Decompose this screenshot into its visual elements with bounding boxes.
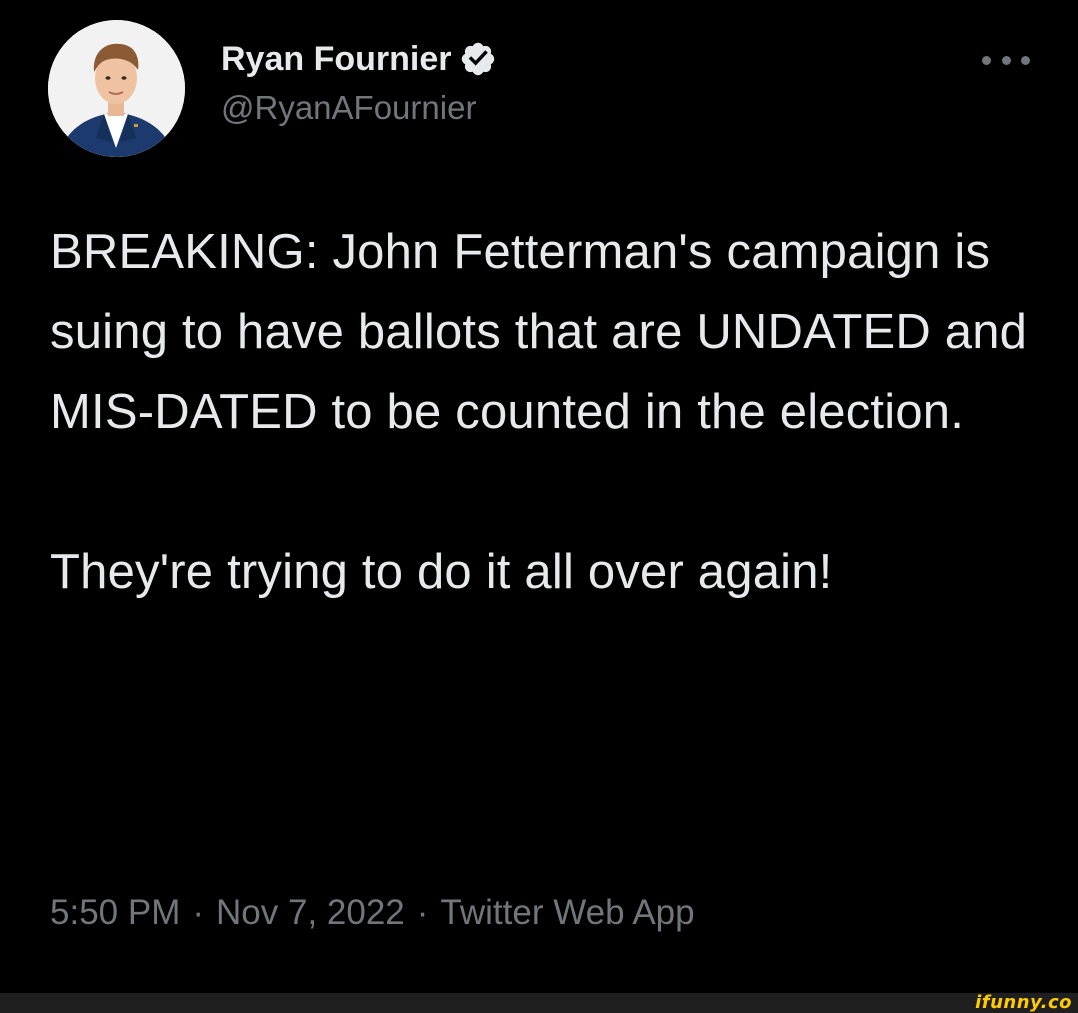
author-block: Ryan Fournier @RyanAFournier bbox=[221, 37, 497, 133]
tweet-metadata: 5:50 PM · Nov 7, 2022 · Twitter Web App bbox=[50, 893, 695, 933]
meta-separator: · bbox=[416, 893, 429, 932]
name-row: Ryan Fournier bbox=[221, 37, 497, 81]
tweet-text: BREAKING: John Fetterman's campaign is s… bbox=[50, 212, 1040, 612]
avatar[interactable] bbox=[48, 20, 185, 157]
more-horizontal-icon bbox=[982, 55, 991, 65]
meta-separator: · bbox=[192, 893, 205, 932]
watermark: ifunny.co bbox=[975, 992, 1072, 1013]
tweet-source[interactable]: Twitter Web App bbox=[440, 893, 694, 932]
tweet-date[interactable]: Nov 7, 2022 bbox=[216, 893, 405, 932]
tweet-time[interactable]: 5:50 PM bbox=[50, 893, 180, 932]
tweet-card: Ryan Fournier @RyanAFournier BREAKING: J… bbox=[0, 0, 1078, 993]
tweet-paragraph: BREAKING: John Fetterman's campaign is s… bbox=[50, 225, 1028, 439]
user-handle[interactable]: @RyanAFournier bbox=[221, 89, 497, 127]
display-name[interactable]: Ryan Fournier bbox=[221, 40, 451, 79]
verified-badge-icon bbox=[459, 40, 497, 78]
more-horizontal-icon-dot bbox=[1021, 55, 1030, 65]
profile-photo-icon bbox=[48, 20, 185, 157]
watermark-bar bbox=[0, 993, 1078, 1013]
more-horizontal-icon-dot bbox=[1001, 55, 1011, 65]
tweet-paragraph: They're trying to do it all over again! bbox=[50, 545, 833, 599]
more-options-button[interactable] bbox=[982, 50, 1030, 70]
